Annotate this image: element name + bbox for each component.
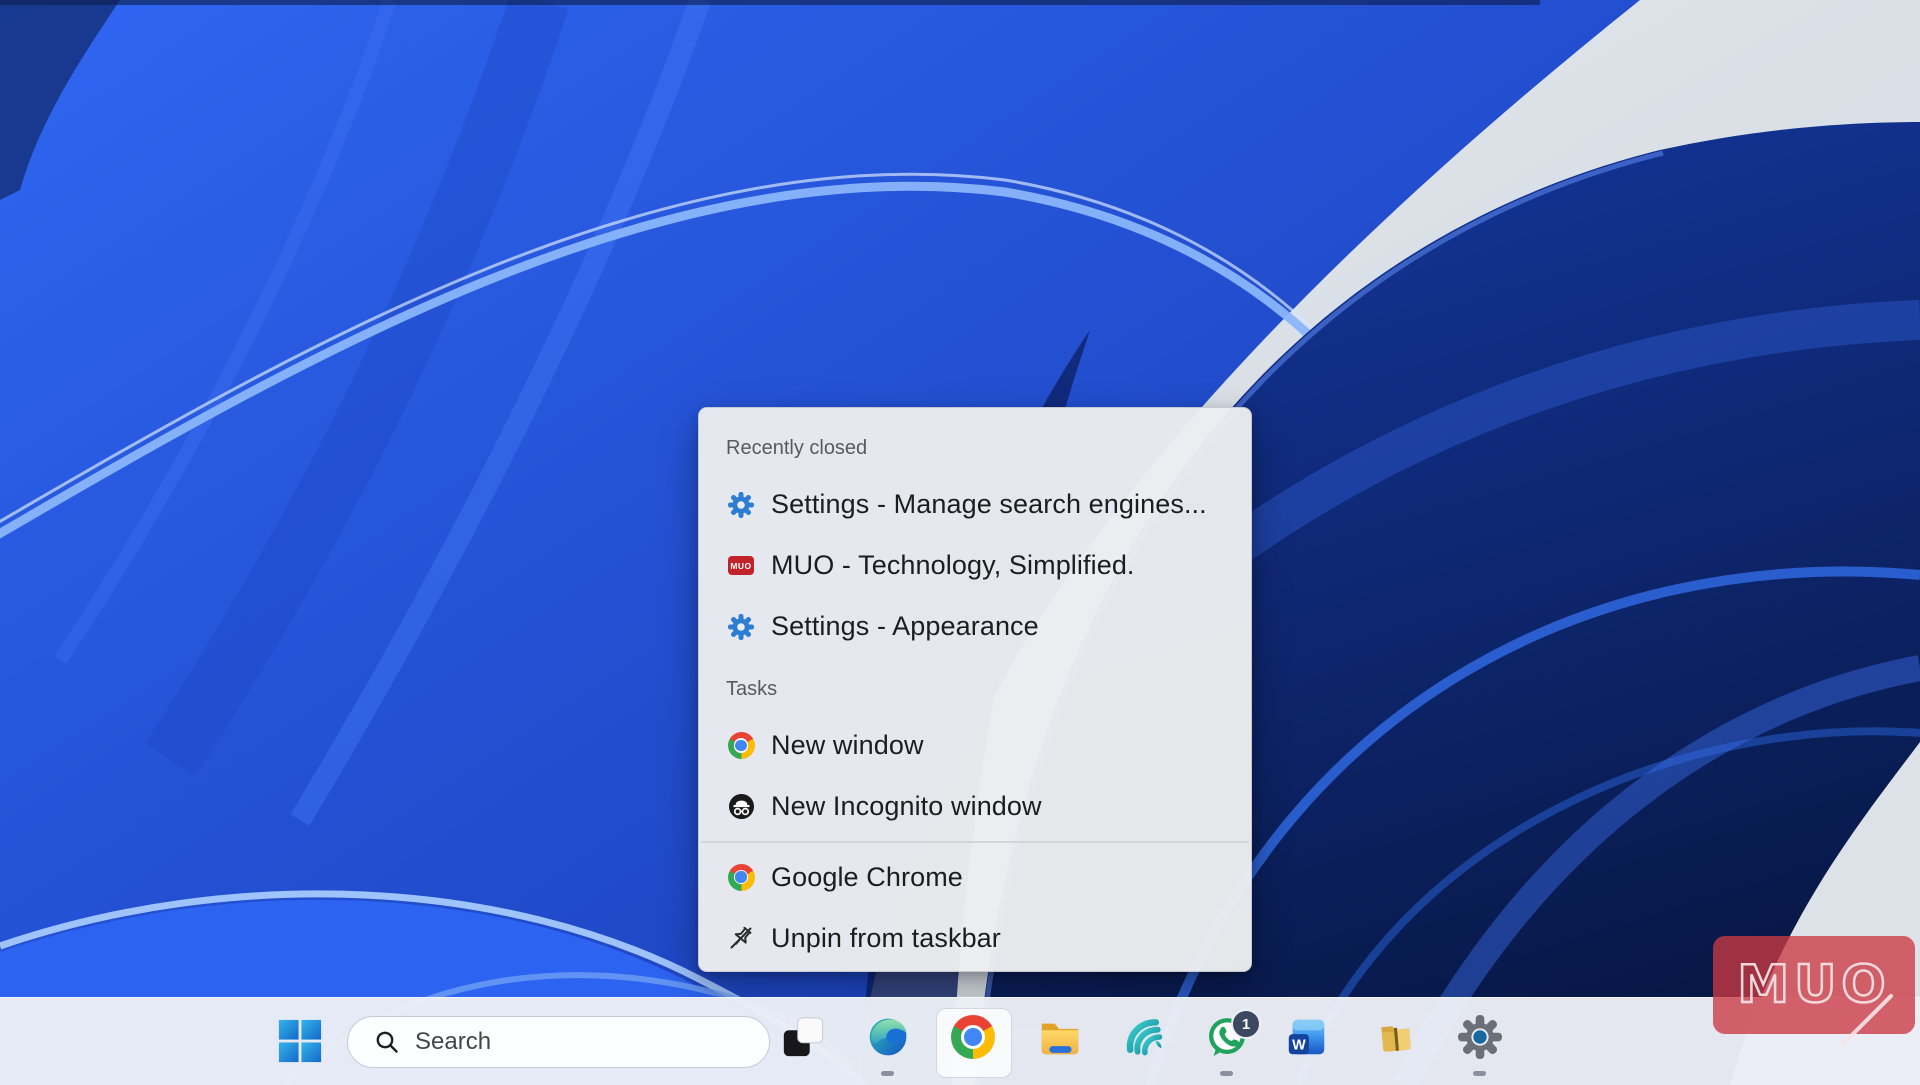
muo-watermark-text: MUO [1737, 955, 1890, 1015]
jumplist-item-new-incognito-window[interactable]: New Incognito window [699, 776, 1251, 837]
wave-app-button[interactable] [1119, 1013, 1167, 1061]
search-icon [374, 1029, 400, 1055]
whatsapp-running-indicator [1220, 1071, 1233, 1076]
jumplist-item-settings-search-engines[interactable]: Settings - Manage search engines... [699, 474, 1251, 535]
file-explorer-icon [1037, 1014, 1083, 1060]
chrome-icon [727, 732, 755, 760]
task-view-icon [780, 1014, 826, 1060]
task-view-button[interactable] [779, 1013, 827, 1061]
edge-taskbar-button[interactable] [864, 1013, 912, 1061]
jumplist-item-new-window[interactable]: New window [699, 715, 1251, 776]
jumplist-item-label: MUO - Technology, Simplified. [771, 550, 1135, 581]
folder-icon [1374, 1015, 1418, 1059]
divider [701, 841, 1249, 843]
jumplist-item-label: New window [771, 730, 924, 761]
settings-button[interactable] [1456, 1013, 1504, 1061]
settings-gear-icon [1457, 1014, 1503, 1060]
settings-gear-icon [727, 491, 755, 519]
jumplist-item-label: Unpin from taskbar [771, 923, 1001, 954]
wave-app-icon [1121, 1015, 1165, 1059]
settings-running-indicator [1473, 1071, 1486, 1076]
jumplist-item-label: Google Chrome [771, 862, 963, 893]
chrome-icon [727, 863, 755, 891]
jumplist-section-header: Recently closed [699, 422, 1251, 474]
incognito-icon [727, 793, 755, 821]
muo-favicon-icon: MUO [727, 552, 755, 580]
jumplist-item-settings-appearance[interactable]: Settings - Appearance [699, 596, 1251, 657]
jumplist-item-muo[interactable]: MUO MUO - Technology, Simplified. [699, 535, 1251, 596]
unpin-icon [727, 924, 755, 952]
chrome-taskbar-button[interactable] [949, 1013, 997, 1061]
jumplist-item-label: New Incognito window [771, 791, 1042, 822]
edge-icon [866, 1015, 910, 1059]
svg-text:W: W [1292, 1037, 1306, 1053]
jumplist-section-header: Tasks [699, 657, 1251, 715]
jumplist-item-label: Settings - Manage search engines... [771, 489, 1207, 520]
whatsapp-notification-badge: 1 [1231, 1009, 1261, 1039]
search-input[interactable] [413, 1027, 717, 1057]
word-button[interactable]: W [1283, 1013, 1331, 1061]
windows-logo-icon [277, 1018, 323, 1064]
file-explorer-button[interactable] [1036, 1013, 1084, 1061]
jumplist-item-label: Settings - Appearance [771, 611, 1039, 642]
folder-button[interactable] [1372, 1013, 1420, 1061]
settings-gear-icon [727, 613, 755, 641]
chrome-icon [951, 1015, 995, 1059]
jumplist-item-google-chrome[interactable]: Google Chrome [699, 847, 1251, 908]
start-button[interactable] [277, 1018, 323, 1064]
muo-watermark: MUO [1713, 936, 1915, 1034]
edge-running-indicator [881, 1071, 894, 1076]
taskbar: W [0, 997, 1920, 1085]
jumplist-item-unpin-from-taskbar[interactable]: Unpin from taskbar [699, 908, 1251, 969]
desktop: Recently closed Settings - Manage search… [0, 0, 1920, 1085]
taskbar-search-box[interactable] [347, 1016, 770, 1068]
chrome-jump-list: Recently closed Settings - Manage search… [698, 407, 1252, 972]
word-icon: W [1284, 1014, 1330, 1060]
